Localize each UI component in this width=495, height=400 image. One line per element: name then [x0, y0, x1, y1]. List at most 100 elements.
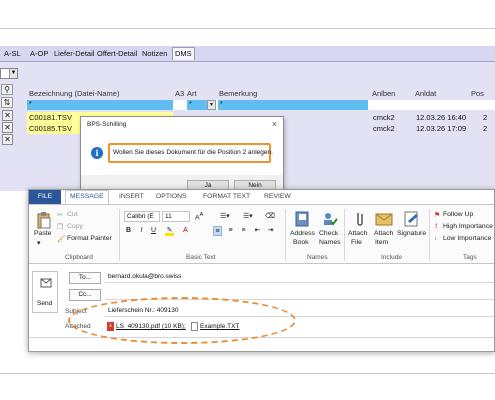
col-a3[interactable]: A3: [175, 89, 184, 98]
tab-offert-detail[interactable]: Offert-Detail: [97, 49, 137, 58]
follow-up-button[interactable]: Follow Up: [443, 211, 473, 218]
tab-a-op[interactable]: A-OP: [30, 49, 48, 58]
bullets-icon[interactable]: ☰▾: [220, 212, 230, 220]
signature-icon: [404, 211, 418, 227]
low-importance-button[interactable]: Low Importance: [443, 235, 491, 242]
tab-options[interactable]: OPTIONS: [156, 193, 187, 200]
clipboard-icon: [37, 212, 51, 229]
info-icon: i: [91, 147, 103, 159]
chevron-down-icon[interactable]: ▼: [207, 100, 216, 110]
pdf-file-icon: ⅄: [107, 322, 114, 331]
align-left-icon[interactable]: ≡: [213, 226, 222, 236]
cell-pos: 2: [483, 113, 488, 122]
close-icon[interactable]: ×: [272, 119, 277, 129]
attachment-txt[interactable]: Example.TXT: [191, 322, 239, 332]
sort-button[interactable]: ⇅: [1, 97, 13, 108]
ribbon-tabs: FILE MESSAGE INSERT OPTIONS FORMAT TEXT …: [29, 190, 494, 204]
delete-row-button[interactable]: ✕: [2, 122, 13, 133]
col-art[interactable]: Art: [187, 89, 197, 98]
filter-art[interactable]: *: [187, 100, 207, 110]
include-group-label: Include: [381, 254, 402, 261]
down-arrow-icon: ↓: [434, 235, 438, 242]
underline-icon[interactable]: U: [149, 226, 158, 236]
chevron-down-icon[interactable]: ▾: [37, 239, 40, 247]
filter-bemerkung[interactable]: *: [218, 100, 368, 110]
format-painter-icon: 🖌: [57, 236, 66, 243]
align-right-icon[interactable]: ≡: [239, 226, 248, 236]
paperclip-icon: [357, 213, 363, 226]
attach-file-button-line2[interactable]: File: [351, 239, 362, 246]
body-divider: [29, 337, 494, 338]
increase-indent-icon[interactable]: ⇥: [266, 226, 275, 236]
ribbon: Paste ▾ ✂ Cut ❐ Copy 🖌 Format Painter Cl…: [29, 204, 494, 264]
cc-field[interactable]: [105, 288, 494, 300]
group-divider: [119, 209, 120, 261]
paste-button[interactable]: Paste: [34, 230, 51, 237]
format-painter-button[interactable]: Format Painter: [67, 235, 112, 242]
col-bezeichnung[interactable]: Bezeichnung (Datei-Name): [29, 89, 119, 98]
highlight-icon[interactable]: ✎: [165, 226, 174, 236]
check-names-icon: [324, 213, 338, 226]
font-color-icon[interactable]: A: [181, 226, 190, 236]
tab-format-text[interactable]: FORMAT TEXT: [203, 193, 250, 200]
col-anlben[interactable]: Anlben: [372, 89, 395, 98]
decrease-indent-icon[interactable]: ⇤: [253, 226, 262, 236]
clear-format-icon[interactable]: ⌫: [265, 212, 275, 220]
copy-button[interactable]: Copy: [67, 223, 83, 230]
attach-item-button-line2[interactable]: Item: [375, 239, 388, 246]
send-button[interactable]: Send: [32, 271, 58, 313]
filter-bezeichnung[interactable]: *: [27, 100, 173, 110]
col-anldat[interactable]: Anldat: [415, 89, 436, 98]
numbering-icon[interactable]: ☰▾: [243, 212, 253, 220]
copy-icon: ❐: [57, 224, 64, 231]
filter-combo[interactable]: ▼: [0, 68, 18, 79]
group-divider: [429, 209, 430, 261]
cut-button[interactable]: Cut: [67, 211, 78, 218]
to-button[interactable]: To...: [69, 272, 101, 284]
message-header: Send To... bernard.okula@bro.swiss Cc...…: [29, 265, 494, 351]
attachment-pdf-name: LS_409130.pdf (10 KB);: [116, 323, 186, 331]
subject-label: Subject: [65, 308, 87, 315]
delete-row-button[interactable]: ✕: [2, 110, 13, 121]
filter-row: * * ▼ *: [27, 100, 495, 110]
bottom-divider: [0, 373, 495, 374]
attach-file-button[interactable]: Attach: [348, 230, 367, 237]
tab-insert[interactable]: INSERT: [119, 193, 144, 200]
tab-liefer-detail[interactable]: Liefer-Detail: [54, 49, 94, 58]
signature-button[interactable]: Signature: [397, 230, 426, 237]
bold-icon[interactable]: B: [124, 226, 133, 236]
attachment-txt-name: Example.TXT: [200, 323, 240, 331]
tab-message[interactable]: MESSAGE: [65, 190, 109, 204]
tab-file[interactable]: FILE: [29, 190, 61, 204]
cc-button[interactable]: Cc...: [69, 289, 101, 301]
check-names-button-line2[interactable]: Names: [319, 239, 341, 246]
delete-row-button[interactable]: ✕: [2, 134, 13, 145]
tab-notizen[interactable]: Notizen: [142, 49, 167, 58]
dms-tabbar: A-SL A-OP Liefer-Detail Offert-Detail No…: [0, 46, 495, 62]
grow-font-icon[interactable]: AA: [195, 212, 203, 221]
to-field[interactable]: bernard.okula@bro.swiss: [105, 271, 494, 283]
cell-pos: 2: [483, 124, 488, 133]
tab-a-sl[interactable]: A-SL: [4, 49, 21, 58]
address-book-button-line2[interactable]: Book: [293, 239, 309, 246]
italic-icon[interactable]: I: [137, 226, 146, 236]
font-name-select[interactable]: Calibri (E: [124, 211, 160, 222]
cell-user: cmck2: [373, 113, 395, 122]
attach-item-button[interactable]: Attach: [374, 230, 393, 237]
tab-review[interactable]: REVIEW: [264, 193, 291, 200]
font-size-select[interactable]: 11: [162, 211, 190, 222]
cell-user: cmck2: [373, 124, 395, 133]
col-bemerkung[interactable]: Bemerkung: [219, 89, 257, 98]
group-divider: [285, 209, 286, 261]
attachment-pdf[interactable]: ⅄ LS_409130.pdf (10 KB);: [107, 322, 186, 332]
subject-field[interactable]: Lieferschein Nr.: 409130: [105, 305, 494, 317]
high-importance-button[interactable]: High Importance: [443, 223, 493, 230]
address-book-button[interactable]: Address: [290, 230, 315, 237]
check-names-button[interactable]: Check: [319, 230, 338, 237]
filter-funnel-button[interactable]: ⚲: [1, 84, 13, 95]
group-divider: [344, 209, 345, 261]
align-center-icon[interactable]: ≡: [226, 226, 235, 236]
col-pos[interactable]: Pos: [471, 89, 484, 98]
send-icon: [40, 278, 52, 288]
tab-dms[interactable]: DMS: [172, 47, 195, 60]
